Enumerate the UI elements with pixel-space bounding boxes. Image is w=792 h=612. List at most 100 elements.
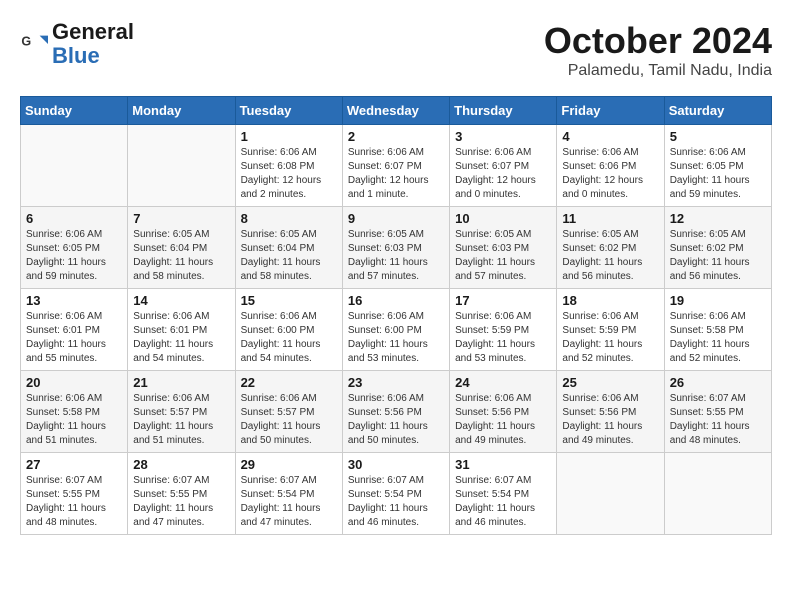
calendar-week-row: 20 Sunrise: 6:06 AM Sunset: 5:58 PM Dayli… — [21, 371, 772, 453]
weekday-header-tuesday: Tuesday — [235, 97, 342, 125]
calendar-cell: 8 Sunrise: 6:05 AM Sunset: 6:04 PM Daylig… — [235, 207, 342, 289]
logo: G General Blue — [20, 20, 134, 68]
day-info: Sunrise: 6:05 AM Sunset: 6:02 PM Dayligh… — [562, 228, 658, 284]
month-title: October 2024 — [544, 20, 772, 62]
calendar-cell: 5 Sunrise: 6:06 AM Sunset: 6:05 PM Daylig… — [664, 125, 771, 207]
day-number: 5 — [670, 129, 766, 144]
calendar-cell: 18 Sunrise: 6:06 AM Sunset: 5:59 PM Dayli… — [557, 289, 664, 371]
calendar-cell: 14 Sunrise: 6:06 AM Sunset: 6:01 PM Dayli… — [128, 289, 235, 371]
calendar-cell: 3 Sunrise: 6:06 AM Sunset: 6:07 PM Daylig… — [450, 125, 557, 207]
day-number: 3 — [455, 129, 551, 144]
weekday-header-friday: Friday — [557, 97, 664, 125]
day-info: Sunrise: 6:07 AM Sunset: 5:55 PM Dayligh… — [26, 474, 122, 530]
day-info: Sunrise: 6:05 AM Sunset: 6:04 PM Dayligh… — [133, 228, 229, 284]
day-info: Sunrise: 6:06 AM Sunset: 6:06 PM Dayligh… — [562, 146, 658, 202]
day-number: 13 — [26, 293, 122, 308]
calendar-cell — [557, 453, 664, 535]
day-number: 6 — [26, 211, 122, 226]
day-info: Sunrise: 6:05 AM Sunset: 6:03 PM Dayligh… — [348, 228, 444, 284]
calendar-cell — [664, 453, 771, 535]
calendar-cell: 25 Sunrise: 6:06 AM Sunset: 5:56 PM Dayli… — [557, 371, 664, 453]
title-block: October 2024 Palamedu, Tamil Nadu, India — [544, 20, 772, 80]
calendar-cell: 22 Sunrise: 6:06 AM Sunset: 5:57 PM Dayli… — [235, 371, 342, 453]
day-info: Sunrise: 6:05 AM Sunset: 6:04 PM Dayligh… — [241, 228, 337, 284]
day-number: 24 — [455, 375, 551, 390]
day-info: Sunrise: 6:05 AM Sunset: 6:02 PM Dayligh… — [670, 228, 766, 284]
page-header: G General Blue October 2024 Palamedu, Ta… — [20, 20, 772, 80]
calendar-cell: 10Sunrise: 6:05 AM Sunset: 6:03 PM Dayli… — [450, 207, 557, 289]
day-info: Sunrise: 6:07 AM Sunset: 5:54 PM Dayligh… — [241, 474, 337, 530]
day-number: 21 — [133, 375, 229, 390]
day-info: Sunrise: 6:06 AM Sunset: 6:07 PM Dayligh… — [348, 146, 444, 202]
calendar-cell: 4Sunrise: 6:06 AM Sunset: 6:06 PM Daylig… — [557, 125, 664, 207]
calendar-cell: 9 Sunrise: 6:05 AM Sunset: 6:03 PM Daylig… — [342, 207, 449, 289]
svg-text:G: G — [21, 35, 31, 49]
calendar-cell: 17 Sunrise: 6:06 AM Sunset: 5:59 PM Dayli… — [450, 289, 557, 371]
calendar-cell: 6Sunrise: 6:06 AM Sunset: 6:05 PM Daylig… — [21, 207, 128, 289]
day-info: Sunrise: 6:06 AM Sunset: 6:01 PM Dayligh… — [26, 310, 122, 366]
calendar-table: SundayMondayTuesdayWednesdayThursdayFrid… — [20, 96, 772, 535]
calendar-cell: 23 Sunrise: 6:06 AM Sunset: 5:56 PM Dayli… — [342, 371, 449, 453]
day-number: 15 — [241, 293, 337, 308]
logo-icon: G — [20, 30, 48, 58]
day-number: 31 — [455, 457, 551, 472]
day-info: Sunrise: 6:07 AM Sunset: 5:55 PM Dayligh… — [670, 392, 766, 448]
calendar-cell: 12 Sunrise: 6:05 AM Sunset: 6:02 PM Dayli… — [664, 207, 771, 289]
day-number: 20 — [26, 375, 122, 390]
calendar-cell: 31 Sunrise: 6:07 AM Sunset: 5:54 PM Dayli… — [450, 453, 557, 535]
day-info: Sunrise: 6:06 AM Sunset: 6:07 PM Dayligh… — [455, 146, 551, 202]
day-number: 25 — [562, 375, 658, 390]
day-info: Sunrise: 6:06 AM Sunset: 5:59 PM Dayligh… — [562, 310, 658, 366]
day-info: Sunrise: 6:06 AM Sunset: 5:57 PM Dayligh… — [133, 392, 229, 448]
day-number: 18 — [562, 293, 658, 308]
calendar-cell: 29Sunrise: 6:07 AM Sunset: 5:54 PM Dayli… — [235, 453, 342, 535]
day-number: 12 — [670, 211, 766, 226]
location: Palamedu, Tamil Nadu, India — [544, 62, 772, 80]
day-number: 1 — [241, 129, 337, 144]
day-info: Sunrise: 6:06 AM Sunset: 5:56 PM Dayligh… — [348, 392, 444, 448]
logo-text: General Blue — [52, 20, 134, 68]
day-info: Sunrise: 6:06 AM Sunset: 6:01 PM Dayligh… — [133, 310, 229, 366]
day-number: 27 — [26, 457, 122, 472]
day-info: Sunrise: 6:06 AM Sunset: 5:57 PM Dayligh… — [241, 392, 337, 448]
day-number: 10 — [455, 211, 551, 226]
day-number: 2 — [348, 129, 444, 144]
day-info: Sunrise: 6:06 AM Sunset: 5:59 PM Dayligh… — [455, 310, 551, 366]
calendar-week-row: 6Sunrise: 6:06 AM Sunset: 6:05 PM Daylig… — [21, 207, 772, 289]
day-info: Sunrise: 6:06 AM Sunset: 6:00 PM Dayligh… — [241, 310, 337, 366]
day-info: Sunrise: 6:06 AM Sunset: 5:56 PM Dayligh… — [562, 392, 658, 448]
calendar-cell — [21, 125, 128, 207]
day-number: 22 — [241, 375, 337, 390]
calendar-cell: 15 Sunrise: 6:06 AM Sunset: 6:00 PM Dayli… — [235, 289, 342, 371]
day-number: 26 — [670, 375, 766, 390]
weekday-header-thursday: Thursday — [450, 97, 557, 125]
day-info: Sunrise: 6:06 AM Sunset: 6:05 PM Dayligh… — [670, 146, 766, 202]
calendar-cell: 16Sunrise: 6:06 AM Sunset: 6:00 PM Dayli… — [342, 289, 449, 371]
calendar-cell: 13 Sunrise: 6:06 AM Sunset: 6:01 PM Dayli… — [21, 289, 128, 371]
weekday-header-sunday: Sunday — [21, 97, 128, 125]
calendar-cell: 2 Sunrise: 6:06 AM Sunset: 6:07 PM Daylig… — [342, 125, 449, 207]
day-number: 9 — [348, 211, 444, 226]
day-number: 14 — [133, 293, 229, 308]
day-number: 7 — [133, 211, 229, 226]
weekday-header-monday: Monday — [128, 97, 235, 125]
weekday-header-row: SundayMondayTuesdayWednesdayThursdayFrid… — [21, 97, 772, 125]
calendar-cell: 19Sunrise: 6:06 AM Sunset: 5:58 PM Dayli… — [664, 289, 771, 371]
day-info: Sunrise: 6:06 AM Sunset: 5:58 PM Dayligh… — [26, 392, 122, 448]
day-info: Sunrise: 6:06 AM Sunset: 6:08 PM Dayligh… — [241, 146, 337, 202]
day-number: 17 — [455, 293, 551, 308]
calendar-cell: 21 Sunrise: 6:06 AM Sunset: 5:57 PM Dayli… — [128, 371, 235, 453]
day-number: 23 — [348, 375, 444, 390]
calendar-cell: 27 Sunrise: 6:07 AM Sunset: 5:55 PM Dayli… — [21, 453, 128, 535]
weekday-header-wednesday: Wednesday — [342, 97, 449, 125]
day-info: Sunrise: 6:07 AM Sunset: 5:54 PM Dayligh… — [455, 474, 551, 530]
calendar-week-row: 27 Sunrise: 6:07 AM Sunset: 5:55 PM Dayli… — [21, 453, 772, 535]
day-number: 11 — [562, 211, 658, 226]
calendar-cell: 30Sunrise: 6:07 AM Sunset: 5:54 PM Dayli… — [342, 453, 449, 535]
day-info: Sunrise: 6:06 AM Sunset: 5:58 PM Dayligh… — [670, 310, 766, 366]
day-number: 8 — [241, 211, 337, 226]
day-info: Sunrise: 6:07 AM Sunset: 5:55 PM Dayligh… — [133, 474, 229, 530]
weekday-header-saturday: Saturday — [664, 97, 771, 125]
calendar-cell: 24Sunrise: 6:06 AM Sunset: 5:56 PM Dayli… — [450, 371, 557, 453]
calendar-cell — [128, 125, 235, 207]
